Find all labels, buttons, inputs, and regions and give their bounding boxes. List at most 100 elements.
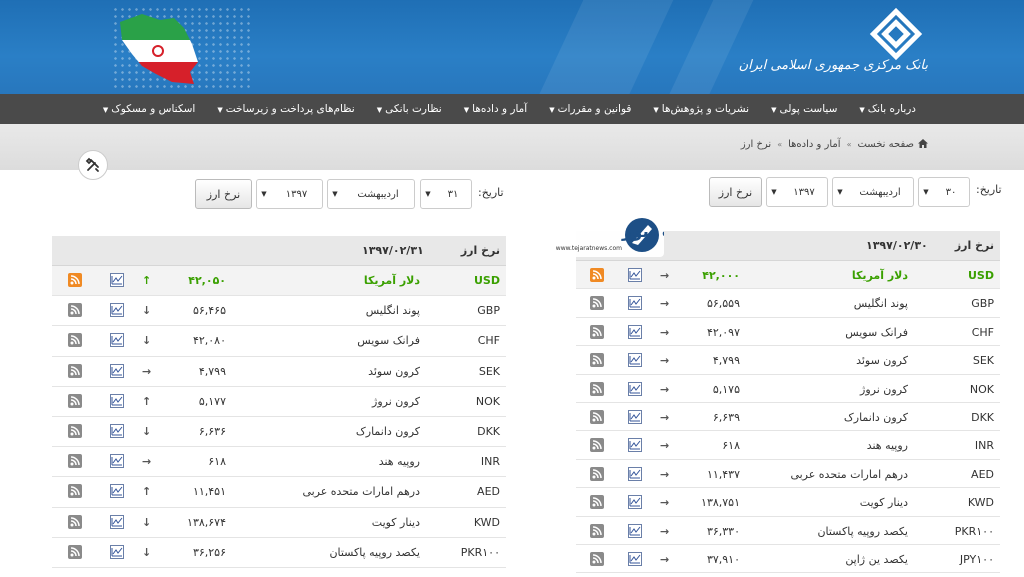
rss-icon[interactable] (590, 466, 604, 481)
chevron-down-icon: ▼ (102, 106, 109, 114)
breadcrumb-section[interactable]: آمار و داده‌ها (788, 139, 840, 150)
home-icon (918, 139, 928, 148)
chart-icon[interactable] (628, 268, 642, 282)
table-row: KWD دینار کویت ۱۳۸,۶۷۴ ↓ (52, 508, 506, 538)
nav-item-statistics[interactable]: آمار و داده‌ها▼ (464, 103, 527, 115)
currency-code: USD (968, 269, 994, 282)
nav-item-payment-systems[interactable]: نظام‌های پرداخت و زیرساخت▼ (217, 103, 354, 115)
day-select-left[interactable]: ▼ ۳۱ (420, 179, 472, 209)
chevron-down-icon: ▼ (217, 106, 223, 114)
nav-item-publications[interactable]: نشریات و پژوهش‌ها▼ (653, 103, 749, 115)
breadcrumb-current: نرخ ارز (740, 139, 772, 150)
arrow-right-icon: → (660, 382, 670, 396)
nav-item-monetary-policy[interactable]: سیاست پولی▼ (771, 103, 837, 115)
rss-icon[interactable] (68, 363, 82, 378)
exchange-rate-button-right[interactable]: نرخ ارز (709, 177, 762, 207)
table-row: SEK کرون سوئد ۴,۷۹۹ → (52, 357, 506, 387)
chart-icon[interactable] (628, 353, 642, 368)
day-select-right[interactable]: ▼ ۳۰ (918, 177, 970, 207)
currency-code: PKR۱۰۰ (460, 545, 500, 559)
iran-flag-map-icon (120, 14, 198, 84)
chart-icon[interactable] (110, 484, 124, 499)
rss-icon[interactable] (590, 523, 604, 538)
currency-code: PKR۱۰۰ (954, 524, 994, 538)
chart-icon[interactable] (110, 544, 124, 559)
chart-icon[interactable] (110, 303, 124, 318)
rss-icon[interactable] (68, 454, 82, 469)
chart-icon[interactable] (110, 514, 124, 529)
rss-icon[interactable] (590, 296, 604, 311)
rss-icon[interactable] (68, 273, 82, 287)
rss-icon[interactable] (590, 324, 604, 339)
bank-name: بانک مرکزی جمهوری اسلامی ایران (738, 58, 928, 73)
table-row: AED درهم امارات متحده عربی ۱۱,۴۵۱ ↑ (52, 477, 506, 508)
currency-rate: ۶,۶۳۹ (712, 411, 740, 424)
chart-icon[interactable] (110, 363, 124, 378)
currency-code: GBP (477, 304, 500, 318)
nav-item-laws[interactable]: قوانین و مقررات▼ (549, 103, 631, 115)
exchange-rate-button-left[interactable]: نرخ ارز (195, 179, 252, 209)
nav-item-supervision[interactable]: نظارت بانکی▼ (377, 103, 442, 115)
arrow-right-icon: → (660, 524, 670, 538)
rss-icon[interactable] (590, 353, 604, 368)
rss-icon[interactable] (590, 410, 604, 424)
currency-rate: ۶۱۸ (208, 455, 226, 469)
currency-code: CHF (477, 334, 500, 348)
chart-icon[interactable] (110, 424, 124, 438)
chart-icon[interactable] (628, 410, 642, 424)
chart-icon[interactable] (628, 296, 642, 311)
rss-icon[interactable] (68, 544, 82, 559)
rss-icon[interactable] (68, 303, 82, 318)
site-header: بانک مرکزی جمهوری اسلامی ایران (0, 0, 1024, 94)
chart-icon[interactable] (110, 333, 124, 348)
chart-icon[interactable] (628, 495, 642, 510)
month-select-left[interactable]: ▼ اردیبهشت (327, 179, 415, 209)
table-row: GBP پوند انگلیس ۵۶,۵۵۹ → (576, 289, 1000, 318)
chart-icon[interactable] (110, 273, 124, 287)
table-row: DKK کرون دانمارک ۶,۶۳۹ → (576, 403, 1000, 432)
tejaratnews-watermark: تجارت نیوز www.tejaratnews.com (508, 213, 664, 257)
month-select-right[interactable]: ▼ اردیبهشت (832, 177, 914, 207)
arrow-right-icon: → (660, 354, 670, 368)
table-row: KWD دینار کویت ۱۳۸,۷۵۱ → (576, 488, 1000, 517)
rss-icon[interactable] (590, 381, 604, 396)
currency-code: AED (477, 485, 500, 499)
currency-code: DKK (971, 411, 994, 424)
currency-code: SEK (478, 364, 500, 378)
currency-name: یکصد روپیه پاکستان (817, 524, 908, 538)
exchange-table-31: نرخ ارز ۱۳۹۷/۰۲/۳۱ USD دلار آمریکا ۴۲,۰۵۰ ↑… (52, 236, 506, 577)
date-label-right: تاریخ: (976, 183, 1002, 196)
rss-icon[interactable] (590, 495, 604, 510)
rss-icon[interactable] (68, 333, 82, 348)
currency-code: JPY۱۰۰ (959, 553, 994, 566)
tools-button[interactable] (78, 150, 108, 180)
rss-icon[interactable] (590, 438, 604, 453)
rss-icon[interactable] (68, 484, 82, 499)
chart-icon[interactable] (110, 393, 124, 408)
nav-item-about[interactable]: درباره بانک▼ (859, 103, 916, 115)
table-row: INR روپیه هند ۶۱۸ → (52, 447, 506, 478)
chart-icon[interactable] (628, 324, 642, 339)
chart-icon[interactable] (110, 454, 124, 469)
rss-icon[interactable] (68, 514, 82, 529)
breadcrumb-separator: » (777, 140, 783, 149)
arrow-down-icon: ↓ (142, 515, 152, 529)
chart-icon[interactable] (628, 466, 642, 481)
chart-icon[interactable] (628, 438, 642, 453)
rss-icon[interactable] (590, 552, 604, 566)
nav-item-banknotes[interactable]: اسکناس و مسکوک▼ (103, 103, 195, 115)
year-select-left[interactable]: ▼ ۱۳۹۷ (256, 179, 323, 209)
rss-icon[interactable] (68, 393, 82, 408)
breadcrumb-home[interactable]: صفحه نخست (857, 139, 914, 150)
chart-icon[interactable] (628, 552, 642, 566)
rss-icon[interactable] (590, 268, 604, 282)
table-row: JPY۱۰۰ یکصد ین ژاپن ۳۷,۹۱۰ → (576, 545, 1000, 574)
arrow-up-icon: ↑ (142, 274, 152, 287)
year-select-right[interactable]: ▼ ۱۳۹۷ (766, 177, 828, 207)
chart-icon[interactable] (628, 381, 642, 396)
arrow-right-icon: → (660, 411, 670, 424)
table-row: CHF فرانک سویس ۴۲,۰۹۷ → (576, 318, 1000, 347)
rss-icon[interactable] (68, 424, 82, 438)
currency-name: دلار آمریکا (851, 269, 908, 282)
chart-icon[interactable] (628, 523, 642, 538)
